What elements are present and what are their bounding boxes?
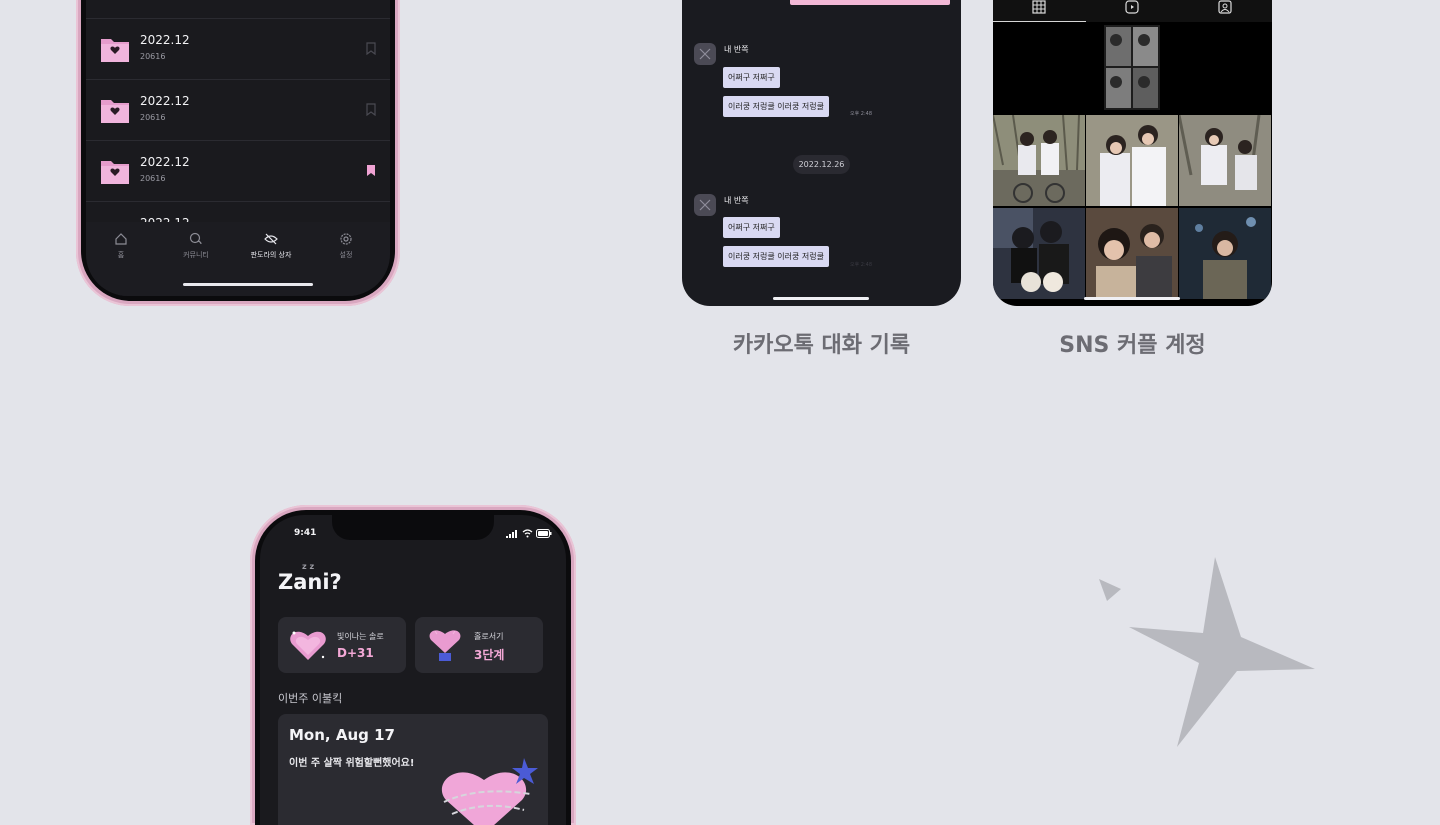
list-item[interactable]: 2022.12 20616 (86, 18, 390, 79)
date-divider: 2022.12.26 (793, 155, 850, 174)
message-bubble[interactable]: 어쩌구 저쩌구 (723, 217, 780, 238)
week-message: 이번 주 살짝 위험할뻔했어요! (289, 758, 415, 769)
phone-notch (332, 515, 494, 540)
zani-home-screen: 9:41 z z Zani? 빛이나는 솔로 D+31 홀로서기 3단계 이번주… (260, 515, 566, 825)
archive-phone-mockup: 2022.12 20616 2022.12 20616 2022.12 2061… (76, 0, 400, 306)
row-title: 2022.12 (140, 155, 190, 169)
sender-name: 내 반쪽 (724, 45, 749, 54)
solo-days-card[interactable]: 빛이나는 솔로 D+31 (278, 617, 406, 673)
couple-photo-image (1086, 115, 1178, 206)
eye-off-icon (264, 233, 278, 245)
grid-photo[interactable] (993, 115, 1085, 206)
couple-photo-image (993, 208, 1085, 299)
kakao-chat-screen: 내 반쪽 어쩌구 저쩌구 이러쿵 저렁쿨 이러쿵 저렁쿨 오후 2:48 202… (682, 0, 961, 306)
chained-heart-icon (441, 758, 538, 825)
heart-folder-icon (101, 100, 129, 123)
message-time: 오후 2:48 (850, 111, 873, 117)
bookmark-icon[interactable] (366, 42, 376, 55)
status-time: 9:41 (294, 528, 317, 538)
bookmark-icon[interactable] (366, 103, 376, 116)
tab-settings[interactable]: 설정 (316, 232, 376, 260)
sns-profile-grid (993, 0, 1272, 306)
sns-caption: SNS 커플 계정 (1059, 333, 1206, 358)
grid-photo[interactable] (1179, 208, 1271, 299)
row-subtitle: 20616 (140, 113, 166, 122)
avatar[interactable] (694, 43, 716, 65)
heart-folder-icon (101, 39, 129, 62)
card-value: D+31 (337, 646, 374, 660)
message-bubble[interactable]: 이러쿵 저렁쿨 이러쿵 저렁쿨 (723, 246, 829, 267)
message-bubble-outgoing (790, 0, 950, 5)
grid-photo[interactable] (1086, 208, 1178, 299)
grid-photo[interactable] (993, 208, 1085, 299)
grid-photo[interactable] (993, 22, 1085, 113)
row-subtitle: 20616 (140, 52, 166, 61)
home-icon (115, 233, 127, 245)
grid-photo[interactable] (1179, 22, 1271, 113)
bookmark-filled-icon[interactable] (366, 164, 376, 177)
row-title: 2022.12 (140, 94, 190, 108)
tab-label: 홈 (117, 251, 125, 259)
sparkle-star-icon (1099, 557, 1315, 747)
message-bubble[interactable]: 이러쿵 저렁쿨 이러쿵 저렁쿨 (723, 96, 829, 117)
grid-photo[interactable] (1086, 22, 1178, 113)
row-subtitle: 20616 (140, 174, 166, 183)
home-indicator (773, 297, 869, 300)
wifi-icon (522, 529, 533, 538)
card-label: 빛이나는 솔로 (337, 632, 384, 641)
heart-folder-icon (101, 161, 129, 184)
message-time: 오후 2:48 (850, 262, 873, 268)
couple-photo-image (1179, 115, 1271, 206)
signal-icon (506, 530, 517, 538)
home-indicator (1084, 297, 1180, 300)
sender-name: 내 반쪽 (724, 196, 749, 205)
stand-alone-stage-card[interactable]: 홀로서기 3단계 (415, 617, 543, 673)
list-item[interactable]: 2022.12 20616 (86, 79, 390, 140)
default-avatar-icon (699, 199, 711, 211)
heart-character-icon (429, 630, 461, 661)
tab-label: 커뮤니티 (183, 251, 209, 259)
tab-label: 판도라의 상자 (250, 251, 292, 259)
message-bubble[interactable]: 어쩌구 저쩌구 (723, 67, 780, 88)
tab-label: 설정 (339, 251, 353, 259)
row-title: 2022.12 (140, 33, 190, 47)
default-avatar-icon (699, 48, 711, 60)
list-item[interactable]: 2022.12 20616 (86, 140, 390, 201)
photo-booth-strip-image (1104, 25, 1160, 110)
reels-icon[interactable] (1125, 0, 1139, 14)
app-title: Zani? (278, 570, 342, 594)
couple-photo-image (1086, 208, 1178, 299)
week-date: Mon, Aug 17 (289, 726, 395, 744)
gear-icon (340, 233, 352, 245)
grid-icon[interactable] (1032, 0, 1046, 14)
couple-photo-image (1179, 208, 1271, 299)
weekly-kick-card[interactable]: Mon, Aug 17 이번 주 살짝 위험할뻔했어요! (278, 714, 548, 825)
zani-phone-mockup: 9:41 z z Zani? 빛이나는 솔로 D+31 홀로서기 3단계 이번주… (250, 505, 576, 825)
card-label: 홀로서기 (474, 632, 504, 641)
tab-pandora-box[interactable]: 판도라의 상자 (241, 232, 301, 260)
chat-caption: 카카오톡 대화 기록 (732, 333, 911, 358)
couple-photo-image (993, 115, 1085, 206)
grid-photo[interactable] (1179, 115, 1271, 206)
battery-icon (536, 529, 552, 538)
section-label: 이번주 이불킥 (278, 692, 343, 705)
profile-tabs (993, 0, 1272, 22)
tab-community[interactable]: 커뮤니티 (166, 232, 226, 260)
card-value: 3단계 (474, 648, 505, 662)
tab-home[interactable]: 홈 (91, 232, 151, 260)
tagged-icon[interactable] (1218, 0, 1232, 14)
chat-bubbles-icon (189, 232, 202, 245)
grid-photo[interactable] (1086, 115, 1178, 206)
bottom-tab-bar: 홈 커뮤니티 판도라의 상자 설정 (86, 222, 390, 296)
home-indicator (183, 283, 313, 286)
archive-screen: 2022.12 20616 2022.12 20616 2022.12 2061… (86, 0, 390, 296)
avatar[interactable] (694, 194, 716, 216)
sparkle-heart-icon (290, 631, 326, 660)
